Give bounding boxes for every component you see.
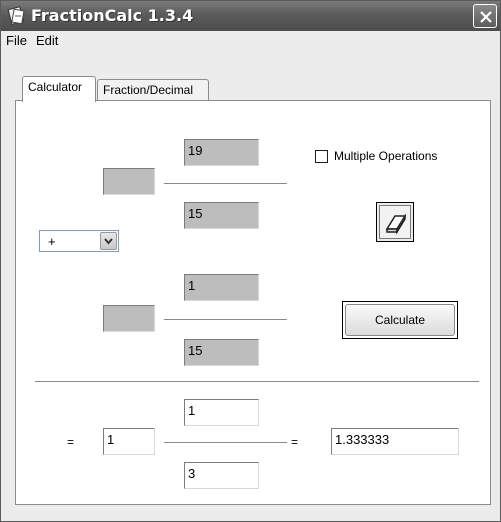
- clear-button[interactable]: [376, 202, 414, 242]
- fraction1-divider: [164, 183, 287, 184]
- fraction2-whole-field[interactable]: [103, 305, 155, 332]
- fraction2-numerator-field[interactable]: 1: [184, 274, 259, 301]
- fraction2-denominator-field[interactable]: 15: [184, 339, 259, 366]
- multiple-operations-label: Multiple Operations: [334, 149, 438, 163]
- result-divider: [164, 442, 287, 443]
- menu-edit[interactable]: Edit: [33, 33, 61, 48]
- fraction-calc-icon: [7, 6, 27, 26]
- equals-sign: =: [67, 435, 75, 449]
- title-bar[interactable]: FractionCalc 1.3.4: [1, 1, 500, 31]
- calculate-button[interactable]: Calculate: [342, 301, 458, 339]
- result-numerator-field: 1: [184, 399, 259, 426]
- menu-file[interactable]: File: [3, 33, 30, 48]
- fraction1-whole-field[interactable]: [103, 168, 155, 195]
- result-decimal-field: 1.333333: [331, 428, 459, 455]
- tab-calculator[interactable]: Calculator: [22, 76, 96, 102]
- fractioncalc-window: FractionCalc 1.3.4 File Edit Calculator …: [0, 0, 501, 522]
- result-whole-field: 1: [103, 428, 155, 455]
- clear-button-face: [379, 205, 411, 239]
- decimal-equals-sign: =: [291, 435, 299, 449]
- menu-bar: File Edit: [2, 31, 499, 51]
- result-separator: [35, 381, 479, 383]
- calculate-label: Calculate: [345, 304, 455, 336]
- tab-fraction-decimal[interactable]: Fraction/Decimal: [97, 79, 209, 101]
- operator-select[interactable]: +: [39, 230, 119, 252]
- fraction2-divider: [164, 319, 287, 320]
- close-button[interactable]: [473, 4, 497, 28]
- close-icon: [480, 11, 492, 23]
- eraser-icon: [385, 213, 407, 235]
- fraction1-numerator-field[interactable]: 19: [184, 139, 259, 166]
- fraction1-denominator-field[interactable]: 15: [184, 202, 259, 229]
- result-denominator-field: 3: [184, 462, 259, 489]
- window-title: FractionCalc 1.3.4: [31, 6, 194, 25]
- operator-value: +: [48, 234, 56, 249]
- chevron-down-icon[interactable]: [100, 232, 117, 250]
- multiple-operations-checkbox[interactable]: [315, 150, 328, 163]
